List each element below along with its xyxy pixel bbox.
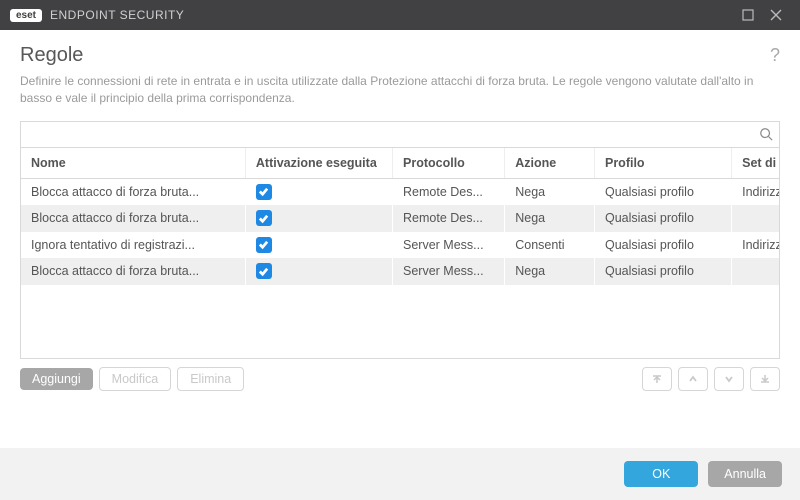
rules-table-scroll[interactable]: Nome Attivazione eseguita Protocollo Azi… bbox=[21, 148, 779, 358]
table-row[interactable]: Blocca attacco di forza bruta... Remote D… bbox=[21, 205, 779, 232]
cell-activation bbox=[245, 258, 392, 285]
col-action[interactable]: Azione bbox=[505, 148, 595, 179]
cell-action: Nega bbox=[505, 178, 595, 205]
col-activation[interactable]: Attivazione eseguita bbox=[245, 148, 392, 179]
delete-button[interactable]: Elimina bbox=[177, 367, 244, 391]
checkbox-icon[interactable] bbox=[256, 237, 272, 253]
brand: eset ENDPOINT SECURITY bbox=[10, 8, 184, 22]
cell-profile: Qualsiasi profilo bbox=[594, 178, 731, 205]
cell-profile: Qualsiasi profilo bbox=[594, 232, 731, 259]
cell-name: Blocca attacco di forza bruta... bbox=[21, 258, 245, 285]
move-down-button[interactable] bbox=[714, 367, 744, 391]
brand-logo: eset bbox=[10, 9, 42, 22]
table-row[interactable]: Blocca attacco di forza bruta... Remote D… bbox=[21, 178, 779, 205]
cancel-button[interactable]: Annulla bbox=[708, 461, 782, 487]
move-up-button[interactable] bbox=[678, 367, 708, 391]
move-top-button[interactable] bbox=[642, 367, 672, 391]
checkbox-icon[interactable] bbox=[256, 263, 272, 279]
cell-name: Blocca attacco di forza bruta... bbox=[21, 205, 245, 232]
table-row[interactable]: Blocca attacco di forza bruta... Server M… bbox=[21, 258, 779, 285]
cell-action: Consenti bbox=[505, 232, 595, 259]
checkbox-icon[interactable] bbox=[256, 210, 272, 226]
rules-table: Nome Attivazione eseguita Protocollo Azi… bbox=[21, 148, 779, 285]
cell-origin-ip bbox=[732, 258, 779, 285]
footer: OK Annulla bbox=[0, 448, 800, 500]
cell-protocol: Server Mess... bbox=[393, 232, 505, 259]
page-title: Regole bbox=[20, 44, 770, 67]
col-profile[interactable]: Profilo bbox=[594, 148, 731, 179]
cell-action: Nega bbox=[505, 258, 595, 285]
col-origin-ip[interactable]: Set di IP di origine bbox=[732, 148, 779, 179]
move-bottom-button[interactable] bbox=[750, 367, 780, 391]
search-icon bbox=[759, 127, 773, 141]
checkbox-icon[interactable] bbox=[256, 184, 272, 200]
toolbar: Aggiungi Modifica Elimina bbox=[20, 359, 780, 393]
cell-protocol: Remote Des... bbox=[393, 205, 505, 232]
product-name: ENDPOINT SECURITY bbox=[50, 8, 184, 22]
help-icon[interactable]: ? bbox=[770, 45, 780, 66]
cell-action: Nega bbox=[505, 205, 595, 232]
add-button[interactable]: Aggiungi bbox=[20, 368, 93, 390]
cell-origin-ip bbox=[732, 205, 779, 232]
close-button[interactable] bbox=[762, 1, 790, 29]
page-heading-row: Regole ? bbox=[20, 44, 780, 67]
cell-profile: Qualsiasi profilo bbox=[594, 205, 731, 232]
page-description: Definire le connessioni di rete in entra… bbox=[20, 73, 780, 107]
rules-panel: Nome Attivazione eseguita Protocollo Azi… bbox=[20, 121, 780, 359]
cell-origin-ip: Indirizzi locali, Indirizzi privati bbox=[732, 178, 779, 205]
table-row[interactable]: Ignora tentativo di registrazi... Server … bbox=[21, 232, 779, 259]
col-name[interactable]: Nome bbox=[21, 148, 245, 179]
cell-protocol: Server Mess... bbox=[393, 258, 505, 285]
minimize-button[interactable] bbox=[734, 1, 762, 29]
ok-button[interactable]: OK bbox=[624, 461, 698, 487]
titlebar: eset ENDPOINT SECURITY bbox=[0, 0, 800, 30]
edit-button[interactable]: Modifica bbox=[99, 367, 172, 391]
cell-activation bbox=[245, 205, 392, 232]
cell-origin-ip: Indirizzi locali, Indirizzi privati bbox=[732, 232, 779, 259]
search-bar[interactable] bbox=[21, 122, 779, 148]
content: Regole ? Definire le connessioni di rete… bbox=[0, 30, 800, 393]
cell-protocol: Remote Des... bbox=[393, 178, 505, 205]
cell-activation bbox=[245, 232, 392, 259]
col-protocol[interactable]: Protocollo bbox=[393, 148, 505, 179]
cell-name: Ignora tentativo di registrazi... bbox=[21, 232, 245, 259]
cell-name: Blocca attacco di forza bruta... bbox=[21, 178, 245, 205]
cell-profile: Qualsiasi profilo bbox=[594, 258, 731, 285]
cell-activation bbox=[245, 178, 392, 205]
header-row: Nome Attivazione eseguita Protocollo Azi… bbox=[21, 148, 779, 179]
